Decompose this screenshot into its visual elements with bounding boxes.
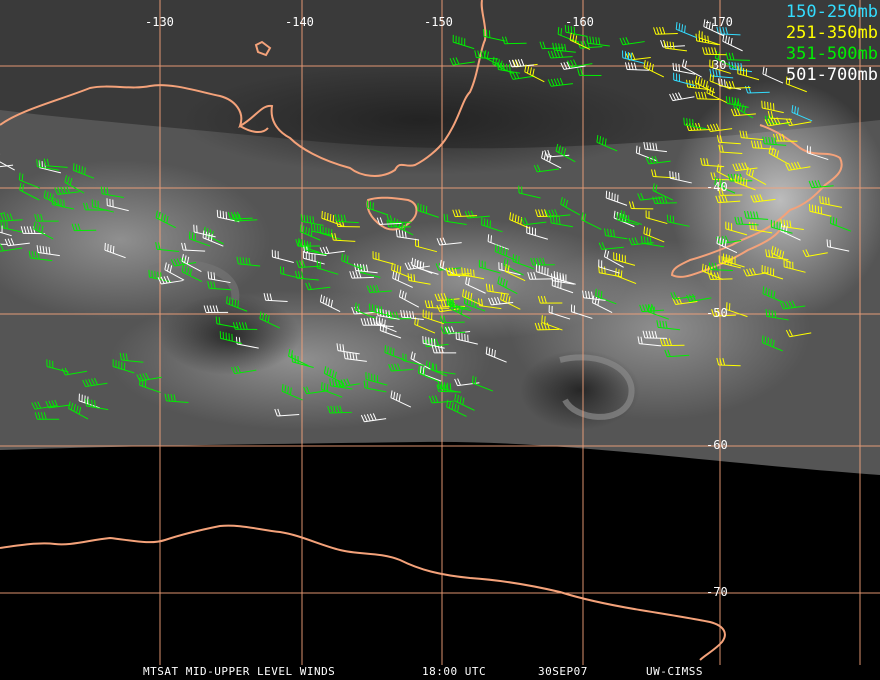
lon-label: -150 (424, 15, 453, 29)
legend-item-150-250: 150-250mb (785, 2, 878, 22)
lat-label: -50 (706, 306, 728, 320)
legend-item-251-350: 251-350mb (785, 23, 878, 43)
observation-time: 18:00 UTC (422, 665, 487, 678)
lon-label: -160 (565, 15, 594, 29)
data-source: UW-CIMSS (646, 665, 703, 678)
pressure-level-legend: 150-250mb 251-350mb 351-500mb 501-700mb (782, 2, 880, 86)
lat-label: -40 (706, 180, 728, 194)
legend-item-351-500: 351-500mb (785, 44, 878, 64)
lat-label: -70 (706, 585, 728, 599)
satellite-wind-map (0, 0, 880, 665)
lon-label: -130 (145, 15, 174, 29)
product-name: MTSAT MID-UPPER LEVEL WINDS (143, 665, 336, 678)
lat-label: -60 (706, 438, 728, 452)
lon-label: -140 (285, 15, 314, 29)
lat-label: 30 (712, 58, 727, 72)
legend-item-501-700: 501-700mb (785, 65, 878, 85)
observation-date: 30SEP07 (538, 665, 588, 678)
lon-label: -170 (704, 15, 733, 29)
